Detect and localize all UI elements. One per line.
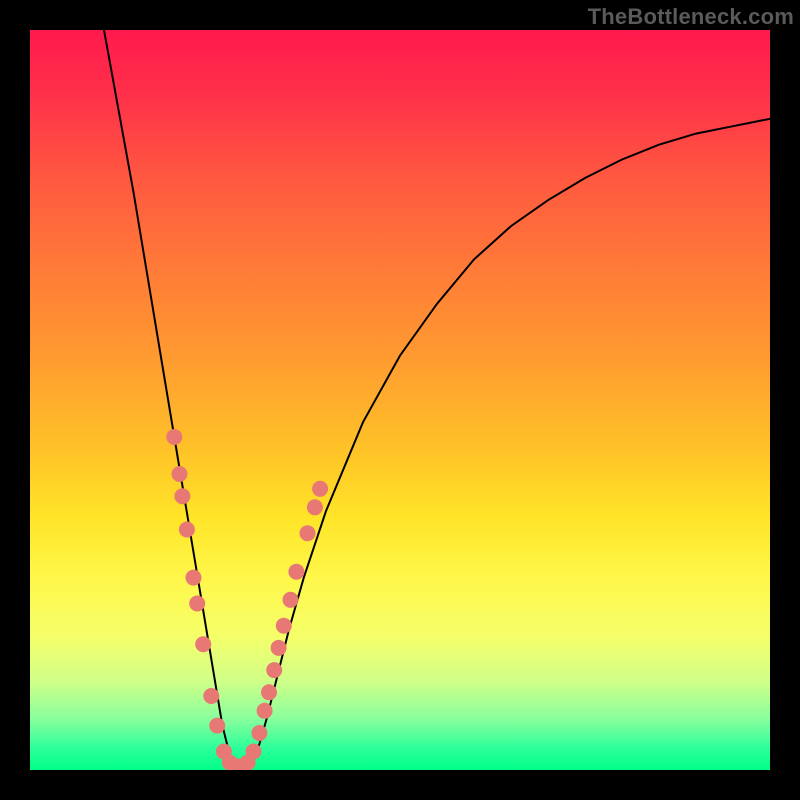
data-marker <box>261 684 277 700</box>
data-marker <box>246 744 262 760</box>
data-marker <box>195 636 211 652</box>
data-marker <box>203 688 219 704</box>
data-marker <box>186 570 202 586</box>
data-marker <box>172 466 188 482</box>
data-marker <box>276 618 292 634</box>
data-marker <box>257 703 273 719</box>
data-marker <box>288 564 304 580</box>
data-marker <box>251 725 267 741</box>
bottleneck-curve <box>104 30 770 770</box>
plot-area <box>30 30 770 770</box>
watermark-text: TheBottleneck.com <box>588 4 794 30</box>
markers-group <box>166 429 328 770</box>
data-marker <box>174 488 190 504</box>
data-marker <box>189 596 205 612</box>
data-marker <box>307 499 323 515</box>
data-marker <box>209 718 225 734</box>
chart-overlay <box>30 30 770 770</box>
chart-frame: TheBottleneck.com <box>0 0 800 800</box>
data-marker <box>312 481 328 497</box>
data-marker <box>166 429 182 445</box>
data-marker <box>179 522 195 538</box>
data-marker <box>283 592 299 608</box>
data-marker <box>266 662 282 678</box>
data-marker <box>300 525 316 541</box>
data-marker <box>271 640 287 656</box>
